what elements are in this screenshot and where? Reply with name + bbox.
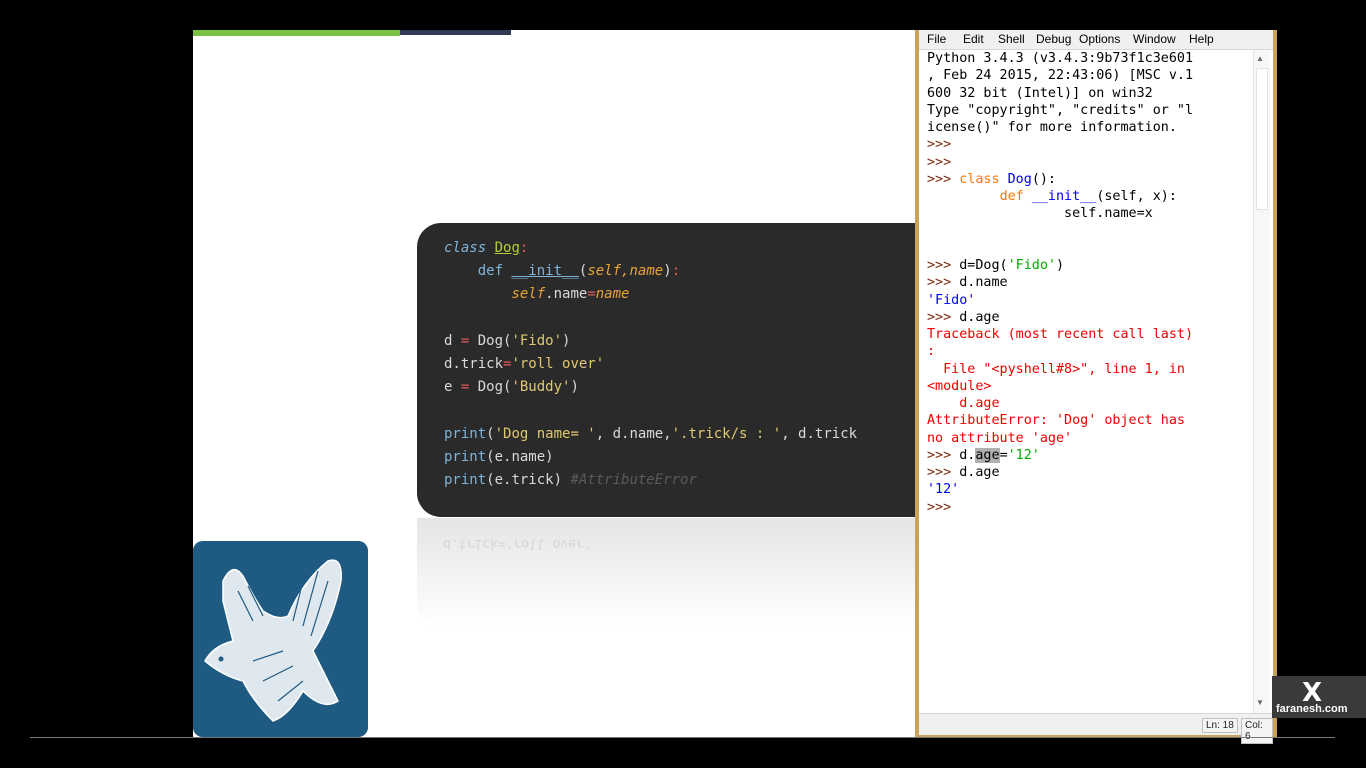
shell-error: <module> <box>927 378 992 394</box>
status-line: Ln: 18 <box>1202 718 1238 733</box>
shell-output[interactable]: Python 3.4.3 (v3.4.3:9b73f1c3e601 , Feb … <box>927 50 1245 712</box>
shell-line: >>> d.age <box>927 465 1000 480</box>
code-line: print(e.trick) #AttributeError <box>444 472 697 489</box>
code-string: 'Buddy' <box>511 379 571 396</box>
shell-line: >>> d.name <box>927 275 1008 291</box>
shell-error: File "<pyshell#8>", line 1, in <box>927 361 1185 377</box>
code-line: def __init__(self,name): <box>477 263 681 280</box>
code-self: self <box>511 286 546 303</box>
shell-prompt: >>> <box>927 499 952 515</box>
watermark: X faranesh.com <box>1272 676 1366 718</box>
watermark-text: faranesh.com <box>1276 703 1348 715</box>
scroll-down-icon[interactable]: ▼ <box>1256 698 1264 707</box>
scroll-up-icon[interactable]: ▲ <box>1256 54 1264 63</box>
code-example-card: class Dog: def __init__(self,name): self… <box>417 223 915 517</box>
code-colon: : <box>519 240 529 256</box>
dove-logo <box>193 541 368 737</box>
code-string: '.trick/s : ' <box>671 425 782 442</box>
status-bar: Ln: 18 Col: 6 <box>919 713 1273 744</box>
menu-bar: File Edit Shell Debug Options Window Hel… <box>919 30 1273 50</box>
shell-result: '12' <box>927 482 960 498</box>
shell-line: def __init__(self, x): <box>999 189 1177 204</box>
code-line: e = Dog('Buddy') <box>444 379 579 396</box>
code-card-reflection: d.trick='roll over' <box>417 518 915 628</box>
menu-window[interactable]: Window <box>1133 32 1176 46</box>
shell-error: no attribute 'age' <box>927 430 1073 446</box>
code-line: d = Dog('Fido') <box>444 332 571 349</box>
code-op: = <box>587 286 596 303</box>
slide-header-accent <box>400 30 511 35</box>
shell-line: icense()" for more information. <box>927 120 1177 135</box>
shell-line: self.name=x <box>927 206 1153 222</box>
shell-error: : <box>927 344 936 360</box>
code-string: 'roll over' <box>511 356 605 373</box>
code-comment: #AttributeError <box>570 472 697 489</box>
menu-options[interactable]: Options <box>1079 32 1120 46</box>
menu-debug[interactable]: Debug <box>1036 32 1071 46</box>
code-line: print(e.name) <box>444 448 554 465</box>
python-shell-window: File Edit Shell Debug Options Window Hel… <box>915 30 1277 744</box>
code-print: print <box>444 472 487 489</box>
status-col: Col: 6 <box>1241 718 1273 744</box>
shell-line: >>> d.age <box>927 309 1000 325</box>
code-params: self,name <box>587 263 664 280</box>
shell-prompt: >>> <box>927 137 952 153</box>
menu-file[interactable]: File <box>927 32 946 46</box>
shell-prompt: >>> <box>927 154 952 170</box>
code-line: class Dog: <box>444 240 528 256</box>
scrollbar-thumb[interactable] <box>1256 68 1268 210</box>
code-keyword-class: class <box>444 240 487 256</box>
dove-icon <box>193 541 368 737</box>
shell-line: >>> d.age='12' <box>927 447 1040 463</box>
code-line: self.name=name <box>511 286 630 303</box>
reflection-text: d.trick='roll over' <box>443 536 592 551</box>
shell-line: >>> class Dog(): <box>927 171 1056 187</box>
code-op: = <box>460 332 470 349</box>
code-string: 'Fido' <box>511 332 563 349</box>
shell-error: Traceback (most recent call last) <box>927 327 1194 342</box>
shell-result: 'Fido' <box>927 292 976 308</box>
presentation-slide: class Dog: def __init__(self,name): self… <box>193 30 915 737</box>
code-example: class Dog: def __init__(self,name): self… <box>444 237 857 492</box>
menu-shell[interactable]: Shell <box>998 32 1025 46</box>
shell-line: Type "copyright", "credits" or "l <box>927 102 1194 118</box>
code-line: print('Dog name= ', d.name,'.trick/s : '… <box>444 425 858 442</box>
video-progress-line <box>30 737 1335 738</box>
code-print: print <box>444 425 487 442</box>
code-colon: : <box>671 263 681 280</box>
shell-line: , Feb 24 2015, 22:43:06) [MSC v.1 <box>927 68 1194 84</box>
shell-line: 600 32 bit (Intel)] on win32 <box>927 85 1153 101</box>
code-string: 'Dog name= ' <box>494 425 596 442</box>
code-class-name: Dog <box>494 240 520 256</box>
shell-error: d.age <box>927 396 1000 411</box>
shell-line: >>> d=Dog('Fido') <box>927 258 1065 273</box>
code-keyword-def: def <box>477 263 504 280</box>
code-print: print <box>444 448 487 465</box>
shell-error: AttributeError: 'Dog' object has <box>927 413 1185 429</box>
shell-line: Python 3.4.3 (v3.4.3:9b73f1c3e601 <box>927 51 1194 66</box>
menu-help[interactable]: Help <box>1189 32 1214 46</box>
slide-header-bar <box>193 30 400 36</box>
code-func-name: __init__ <box>511 263 579 280</box>
code-op: = <box>460 379 470 396</box>
menu-edit[interactable]: Edit <box>963 32 984 46</box>
code-name: name <box>595 286 630 303</box>
code-line: d.trick='roll over' <box>444 356 605 373</box>
